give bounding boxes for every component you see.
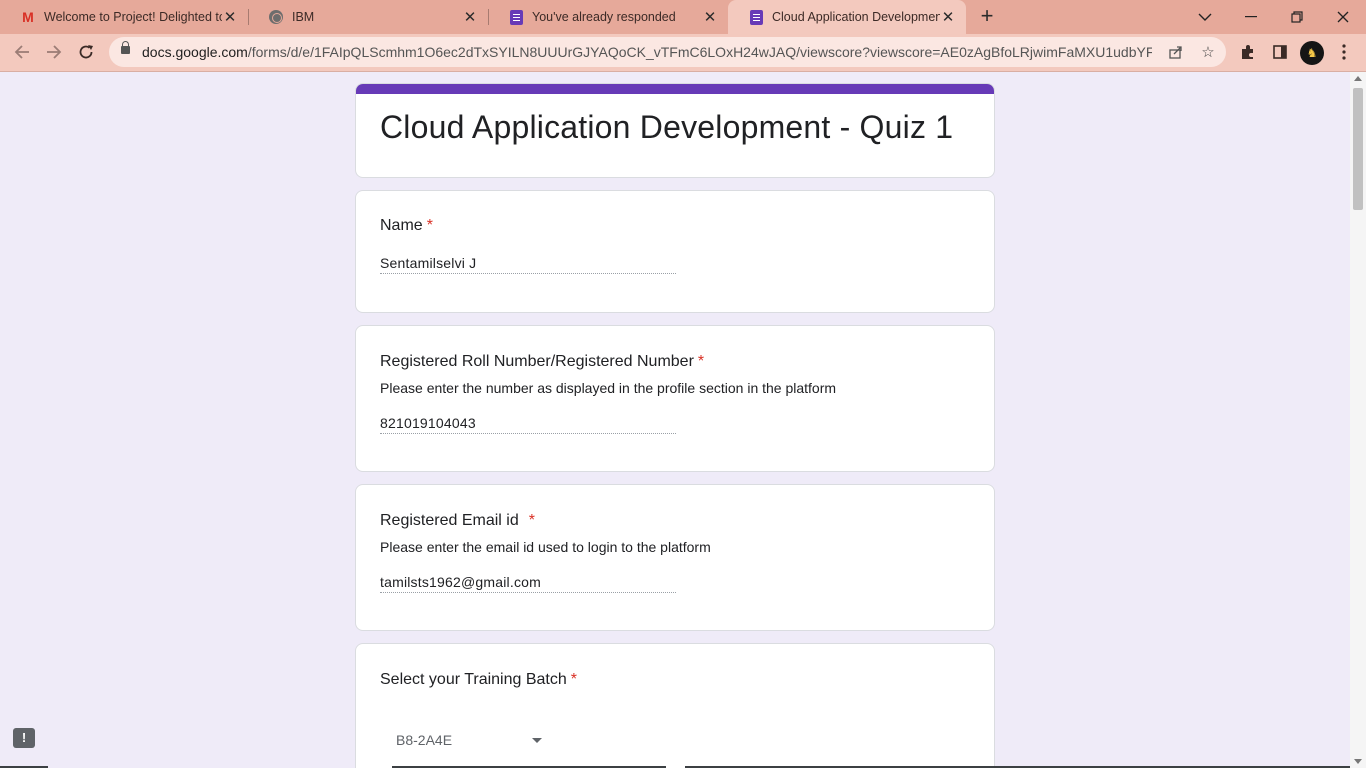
tab-search-chevron-icon[interactable]: [1182, 0, 1228, 34]
question-email: Registered Email id * Please enter the em…: [355, 484, 995, 631]
question-name: Name * Sentamilselvi J: [355, 190, 995, 313]
dropdown-caret-icon: [532, 738, 542, 743]
tab-title: IBM: [292, 10, 315, 24]
question-label-text: Registered Email id: [380, 512, 519, 529]
scroll-up-icon[interactable]: [1354, 76, 1362, 81]
tab-title: Cloud Application Development: [772, 10, 940, 24]
share-icon[interactable]: [1166, 42, 1186, 62]
question-label: Name *: [380, 217, 994, 235]
question-label: Registered Roll Number/Registered Number…: [380, 353, 994, 371]
accent-bar: [356, 84, 994, 94]
tab-already-responded[interactable]: You've already responded ✕: [488, 0, 728, 34]
tab-strip: M Welcome to Project! Delighted to ✕ IBM…: [0, 0, 1366, 34]
back-icon[interactable]: [8, 38, 36, 66]
scrollbar-thumb[interactable]: [1353, 88, 1363, 210]
url-host: docs.google.com: [142, 44, 248, 60]
tab-ibm[interactable]: IBM ✕: [248, 0, 489, 34]
form-page: Cloud Application Development - Quiz 1 N…: [0, 72, 1350, 768]
lock-icon[interactable]: [121, 41, 130, 54]
profile-avatar[interactable]: ♞: [1300, 41, 1324, 65]
close-tab-icon[interactable]: ✕: [702, 9, 718, 26]
close-tab-icon[interactable]: ✕: [462, 9, 478, 26]
reload-icon[interactable]: [72, 38, 100, 66]
gmail-icon: M: [22, 9, 34, 25]
required-asterisk: *: [426, 217, 433, 234]
close-tab-icon[interactable]: ✕: [940, 9, 956, 26]
question-label-text: Select your Training Batch: [380, 671, 567, 688]
form-header-card: Cloud Application Development - Quiz 1: [355, 83, 995, 178]
close-window-icon[interactable]: [1320, 0, 1366, 34]
required-asterisk: *: [697, 353, 705, 370]
question-label: Registered Email id *: [380, 512, 994, 530]
batch-dropdown[interactable]: B8-2A4E: [380, 726, 550, 754]
close-tab-icon[interactable]: ✕: [222, 9, 238, 26]
report-feedback-button[interactable]: !: [13, 728, 35, 748]
question-label-text: Registered Roll Number/Registered Number: [380, 353, 694, 370]
tab-gmail[interactable]: M Welcome to Project! Delighted to ✕: [0, 0, 249, 34]
forward-icon[interactable]: [40, 38, 68, 66]
url-text[interactable]: docs.google.com/forms/d/e/1FAIpQLScmhm1O…: [142, 44, 1152, 60]
url-path: /forms/d/e/1FAIpQLScmhm1O6ec2dTxSYILN8UU…: [247, 44, 1152, 60]
scroll-down-icon[interactable]: [1354, 759, 1362, 764]
browser-toolbar: docs.google.com/forms/d/e/1FAIpQLScmhm1O…: [0, 34, 1366, 72]
side-panel-icon[interactable]: [1266, 38, 1294, 66]
google-forms-icon: [748, 9, 764, 25]
address-bar[interactable]: docs.google.com/forms/d/e/1FAIpQLScmhm1O…: [109, 37, 1226, 67]
question-training-batch: Select your Training Batch * B8-2A4E: [355, 643, 995, 768]
extensions-puzzle-icon[interactable]: [1234, 38, 1262, 66]
name-answer: Sentamilselvi J: [380, 255, 676, 274]
tab-title: Welcome to Project! Delighted to: [44, 10, 222, 24]
batch-selected-value: B8-2A4E: [396, 732, 453, 748]
question-help-text: Please enter the email id used to login …: [380, 539, 711, 555]
question-label-text: Name: [380, 217, 423, 234]
google-forms-icon: [508, 9, 524, 25]
question-roll-number: Registered Roll Number/Registered Number…: [355, 325, 995, 472]
restore-icon[interactable]: [1274, 0, 1320, 34]
tab-cloud-application-development[interactable]: Cloud Application Development ✕: [728, 0, 966, 34]
minimize-icon[interactable]: [1228, 0, 1274, 34]
new-tab-button[interactable]: +: [975, 5, 999, 29]
form-title: Cloud Application Development - Quiz 1: [380, 109, 954, 145]
bookmark-star-icon[interactable]: ☆: [1198, 42, 1218, 62]
question-help-text: Please enter the number as displayed in …: [380, 380, 837, 396]
page-scrollbar[interactable]: [1350, 72, 1366, 768]
required-asterisk: *: [528, 512, 535, 529]
globe-icon: [268, 9, 284, 25]
roll-number-answer: 821019104043: [380, 415, 676, 434]
question-label: Select your Training Batch *: [380, 671, 994, 689]
email-answer: tamilsts1962@gmail.com: [380, 574, 676, 593]
browser-menu-icon[interactable]: [1330, 38, 1358, 66]
required-asterisk: *: [570, 671, 577, 688]
tab-title: You've already responded: [532, 10, 676, 24]
